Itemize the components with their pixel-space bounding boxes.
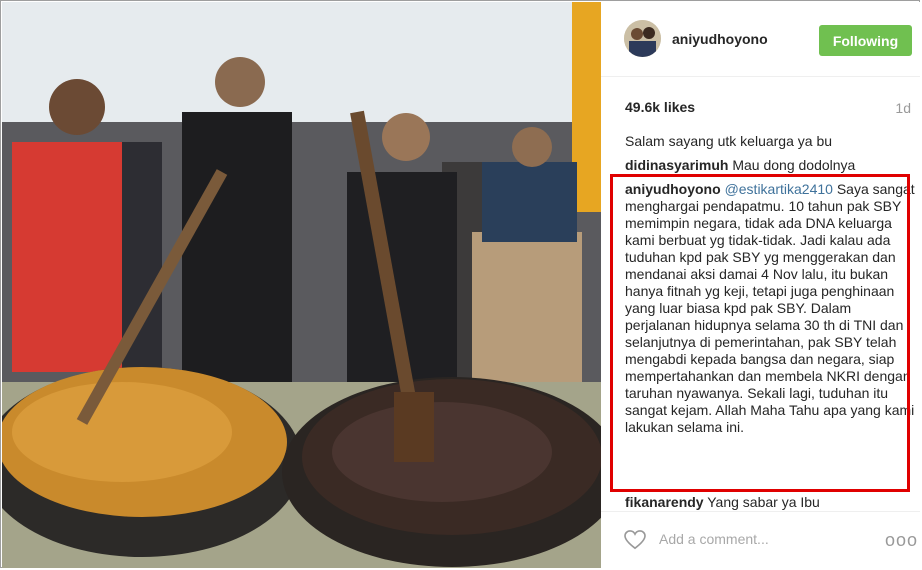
comment-username[interactable]: didinasyarimuh [625,157,728,173]
comment-text: Saya sangat menghargai pendapatmu. 10 ta… [625,181,915,435]
post-side-panel: aniyudhoyono Following 49.6k likes 1d Sa… [601,2,920,568]
add-comment-input[interactable]: Add a comment... [659,531,769,547]
more-options-button[interactable]: ooo [885,530,918,551]
likes-count[interactable]: 49.6k likes [625,99,695,115]
caption-text: Salam sayang utk keluarga ya bu [625,133,833,149]
post-photo [2,2,601,568]
comment-item: aniyudhoyono @estikartika2410 Saya sanga… [625,181,915,436]
comment-text: Yang sabar ya Ibu [707,494,820,510]
post-age[interactable]: 1d [895,100,911,116]
comment-item: didinasyarimuh Mau dong dodolnya [625,157,915,174]
comment-text: Mau dong dodolnya [732,157,856,173]
instagram-post-frame: aniyudhoyono Following 49.6k likes 1d Sa… [0,0,920,568]
comment-mention[interactable]: @estikartika2410 [725,181,833,197]
comment-item: fikanarendy Yang sabar ya Ibu [625,494,915,511]
avatar-icon [624,20,661,57]
comment-username[interactable]: aniyudhoyono [625,181,721,197]
avatar[interactable] [624,20,661,57]
post-username[interactable]: aniyudhoyono [672,31,768,47]
post-photo-illustration [2,2,601,568]
post-header: aniyudhoyono Following [601,2,920,77]
comment-footer: Add a comment... ooo [601,511,920,569]
comment-username[interactable]: fikanarendy [625,494,704,510]
heart-icon[interactable] [624,530,646,550]
following-button[interactable]: Following [819,25,912,56]
